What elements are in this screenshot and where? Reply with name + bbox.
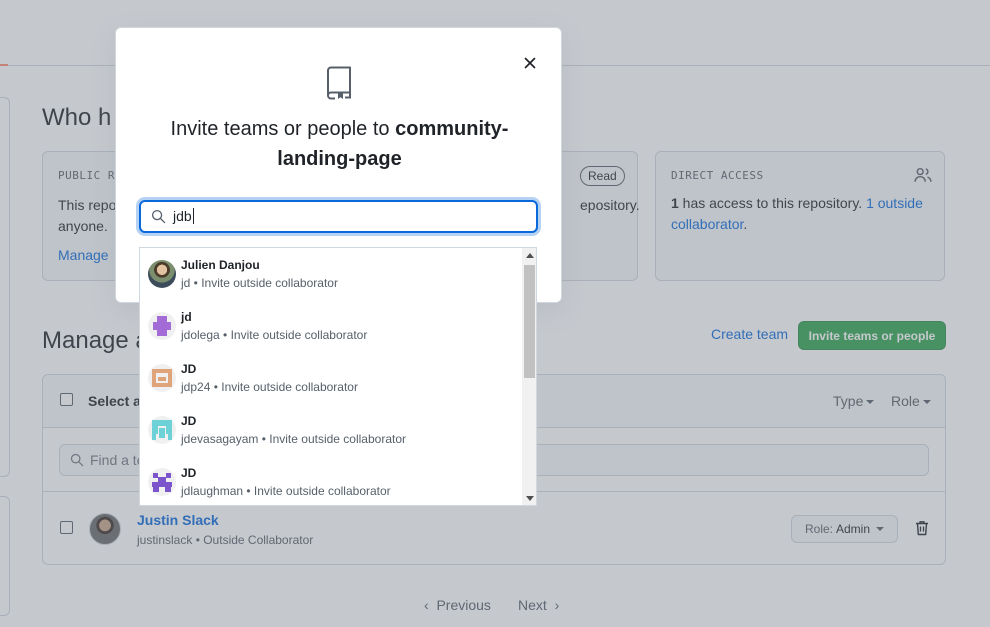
suggestion-subtitle: jdolega • Invite outside collaborator — [181, 328, 368, 342]
text-cursor — [192, 208, 194, 224]
repo-icon — [327, 66, 351, 100]
avatar — [148, 416, 176, 444]
close-icon[interactable] — [522, 55, 538, 71]
suggestion-subtitle: jdp24 • Invite outside collaborator — [181, 380, 358, 394]
avatar — [148, 312, 176, 340]
invite-dialog-title: Invite teams or people to community- lan… — [136, 114, 543, 174]
search-icon — [151, 209, 166, 224]
invite-suggestions-list: Julien Danjou jd • Invite outside collab… — [139, 247, 537, 506]
search-value: jdb — [173, 208, 194, 224]
suggestion-name: JD — [181, 414, 197, 428]
suggestion-item[interactable]: JD jdlaughman • Invite outside collabora… — [140, 456, 522, 505]
invite-search-input[interactable]: jdb — [139, 200, 538, 233]
scrollbar-thumb[interactable] — [524, 265, 535, 378]
suggestion-subtitle: jdlaughman • Invite outside collaborator — [181, 484, 391, 498]
suggestions-scrollbar[interactable] — [522, 248, 536, 505]
suggestion-subtitle: jdevasagayam • Invite outside collaborat… — [181, 432, 406, 446]
repo-name-line1: community- — [395, 118, 509, 140]
avatar — [148, 260, 176, 288]
repo-name-line2: landing-page — [277, 148, 402, 170]
suggestion-name: Julien Danjou — [181, 258, 260, 272]
search-value-text: jdb — [173, 208, 192, 224]
suggestion-item[interactable]: Julien Danjou jd • Invite outside collab… — [140, 248, 522, 300]
scroll-up-arrow-icon[interactable] — [526, 253, 534, 258]
scroll-down-arrow-icon[interactable] — [526, 496, 534, 501]
avatar — [148, 468, 176, 496]
suggestion-name: JD — [181, 362, 197, 376]
avatar — [148, 364, 176, 392]
invite-title-prefix: Invite teams or people to — [170, 118, 396, 140]
suggestion-item[interactable]: jd jdolega • Invite outside collaborator — [140, 300, 522, 352]
suggestion-name: JD — [181, 466, 197, 480]
suggestion-item[interactable]: JD jdevasagayam • Invite outside collabo… — [140, 404, 522, 456]
suggestion-name: jd — [181, 310, 192, 324]
suggestion-item[interactable]: JD jdp24 • Invite outside collaborator — [140, 352, 522, 404]
suggestion-subtitle: jd • Invite outside collaborator — [181, 276, 338, 290]
